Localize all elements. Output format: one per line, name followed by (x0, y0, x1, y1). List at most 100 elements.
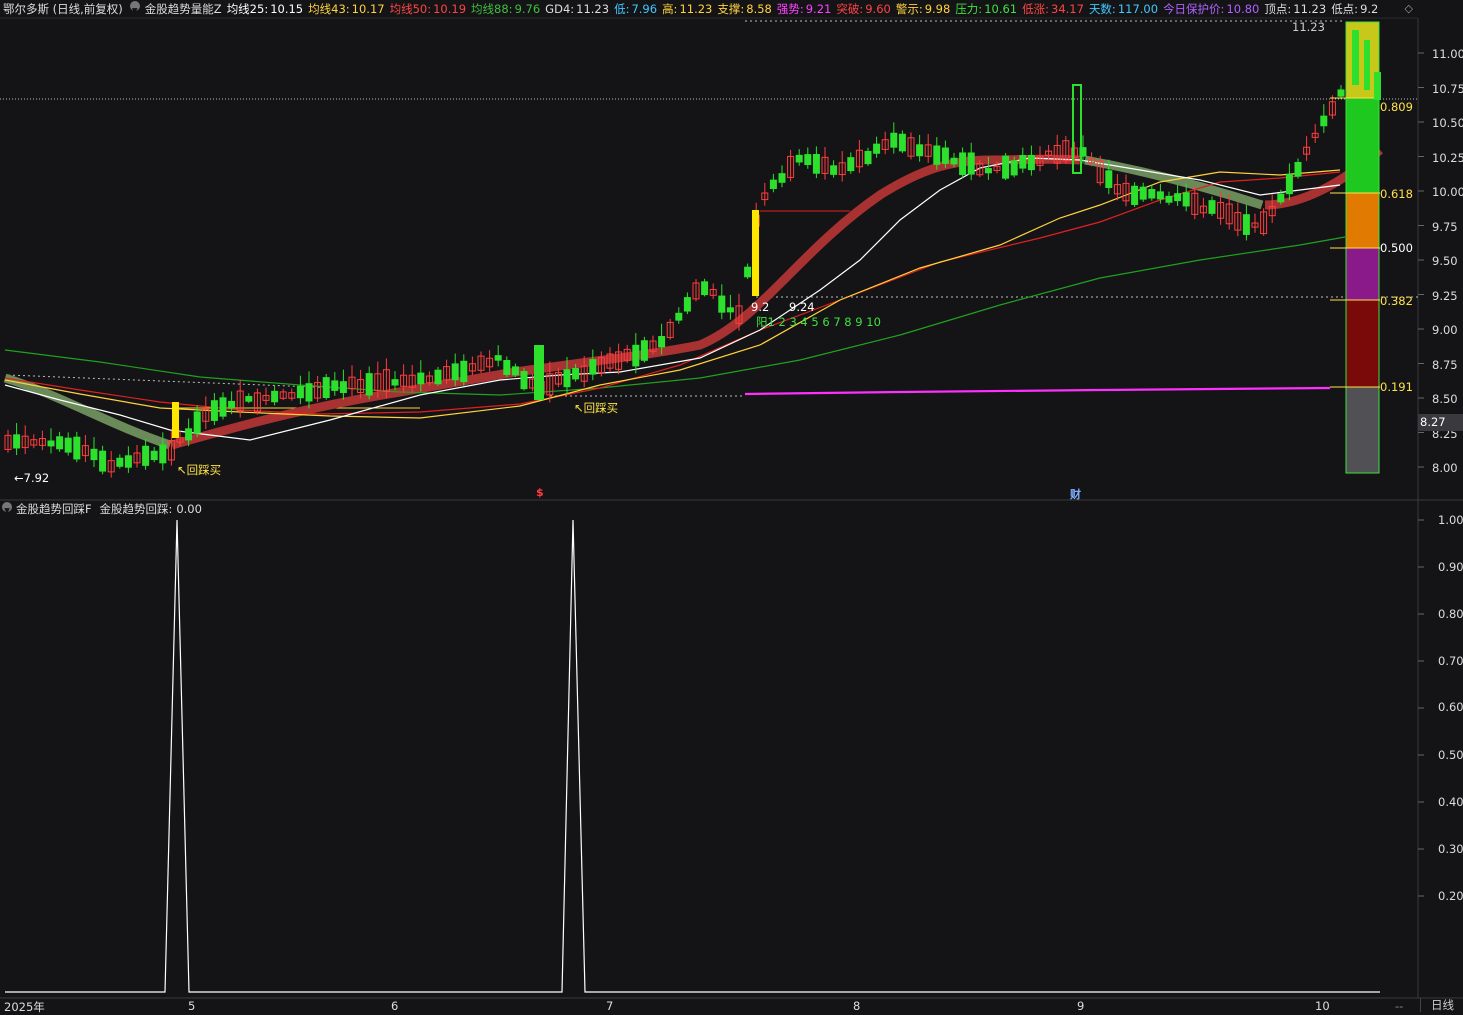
down-candle (941, 147, 949, 164)
down-candle (494, 355, 502, 361)
level-left-label: 9.2 (751, 300, 770, 314)
price-axis-label: 10.00 (1432, 185, 1463, 199)
time-axis-label: 7 (606, 999, 614, 1013)
down-candle (159, 444, 167, 464)
down-candle (228, 400, 236, 409)
indicator-field-value: 9.2 (1360, 2, 1379, 16)
sub-indicator-header: ▾ 金股趋势回踩F 金股趋势回踩: 0.00 (0, 501, 206, 517)
down-candle (769, 179, 777, 190)
indicator-field: 强势: 9.21 (777, 0, 831, 18)
pullback-indicator-chart (5, 519, 1380, 993)
down-candle (1002, 155, 1010, 179)
signal-candle (752, 210, 759, 296)
down-candle (1131, 185, 1139, 205)
down-candle (56, 436, 64, 450)
down-candle (683, 297, 691, 312)
down-candle (219, 397, 227, 417)
down-candle (365, 373, 373, 396)
indicator-field-value: 34.17 (1051, 2, 1084, 16)
down-candle (1019, 155, 1027, 169)
down-candle (503, 360, 511, 375)
pullback-signal-line (5, 519, 1380, 993)
indicator-field-value: 11.23 (576, 2, 610, 16)
indicator-field-label: 低涨: (1022, 2, 1049, 16)
down-candle (331, 380, 339, 391)
indicator-field-label: 支撑: (717, 2, 745, 16)
kline-chart[interactable] (0, 0, 1463, 1012)
down-candle (1364, 40, 1370, 90)
down-candle (572, 368, 580, 380)
down-candle (563, 369, 571, 388)
time-axis-label: 2025年 (4, 1000, 45, 1014)
indicator-field-label: 顶点: (1264, 2, 1292, 16)
down-candle (1027, 154, 1035, 171)
sub-indicator-field-value: 0.00 (176, 502, 202, 516)
header-expand-icon[interactable]: ◇ (1405, 0, 1413, 18)
sub-indicator-toggle-icon[interactable]: ▾ (2, 502, 12, 517)
down-candle (1277, 193, 1285, 203)
down-candle (1352, 30, 1359, 85)
indicator-toggle-icon[interactable]: ▾ (129, 1, 140, 17)
fib-level-label: 0.618 (1380, 187, 1413, 201)
down-candle (795, 154, 803, 163)
down-candle (451, 363, 459, 381)
sub-axis-label: 0.20 (1438, 889, 1463, 903)
indicator-field: 警示: 9.98 (896, 0, 950, 18)
down-candle (47, 440, 55, 447)
support-line (744, 386, 1331, 396)
indicator-field-label: 突破: (836, 2, 864, 16)
sub-indicator-name[interactable]: 金股趋势回踩F (16, 502, 92, 516)
scroll-indicator[interactable]: -- (1395, 999, 1403, 1013)
down-candle (185, 428, 193, 441)
trend-ribbon-down (3, 373, 172, 450)
sub-indicator-field-label: 金股趋势回踩: (99, 502, 173, 516)
down-candle (210, 400, 218, 421)
price-axis-label: 8.50 (1432, 392, 1458, 406)
down-candle (1294, 161, 1302, 177)
fib-segment (1346, 248, 1379, 300)
down-candle (1165, 195, 1173, 203)
indicator-field: 低涨: 34.17 (1022, 0, 1084, 18)
down-candle (898, 133, 906, 152)
down-candle (124, 455, 132, 468)
price-axis-label: 10.25 (1432, 151, 1463, 165)
down-candle (1148, 188, 1156, 199)
event-marker-s[interactable]: $ (536, 486, 544, 499)
down-candle (1285, 173, 1293, 195)
indicator-field-label: 低: (614, 2, 630, 16)
indicator-field-value: 117.00 (1117, 2, 1159, 16)
down-candle (64, 437, 72, 453)
finance-event-marker[interactable]: 财 (1070, 486, 1081, 502)
fib-segment (1346, 300, 1379, 387)
down-candle (658, 336, 666, 348)
down-candle (90, 448, 98, 461)
down-candle (632, 344, 640, 367)
down-candle (296, 385, 304, 399)
low-price-marker: ←7.92 (14, 471, 50, 485)
time-axis-label: 5 (188, 999, 196, 1013)
down-candle (1010, 160, 1018, 176)
down-candle (73, 436, 81, 460)
yang-count-label: 阳1 2 3 4 5 6 7 8 9 10 (756, 315, 881, 329)
down-candle (847, 157, 855, 172)
time-axis-label: 8 (853, 999, 861, 1013)
indicator-field: 顶点: 11.23 (1264, 0, 1326, 18)
fib-segment (1346, 193, 1379, 248)
fib-level-label: 0.500 (1380, 241, 1413, 255)
down-candle (718, 295, 726, 313)
fib-level-label: 0.809 (1380, 100, 1413, 114)
stock-title[interactable]: 鄂尔多斯 (日线,前复权) (3, 0, 123, 18)
indicator-field: 高: 11.23 (662, 0, 712, 18)
indicator-field: 支撑: 8.58 (717, 0, 771, 18)
indicator-field-value: 10.19 (433, 2, 467, 16)
sub-axis-label: 0.40 (1438, 795, 1463, 809)
price-axis-label: 11.00 (1432, 47, 1463, 61)
indicator-field-label: 均线50: (389, 2, 432, 16)
period-button[interactable]: 日线 (1420, 998, 1463, 1012)
indicator-name[interactable]: 金股趋势量能Z (145, 0, 222, 18)
down-candle (339, 381, 347, 393)
price-axis-label: 9.25 (1432, 289, 1458, 303)
down-candle (193, 411, 201, 434)
indicator-field-value: 9.76 (514, 2, 541, 16)
down-candle (150, 450, 158, 461)
